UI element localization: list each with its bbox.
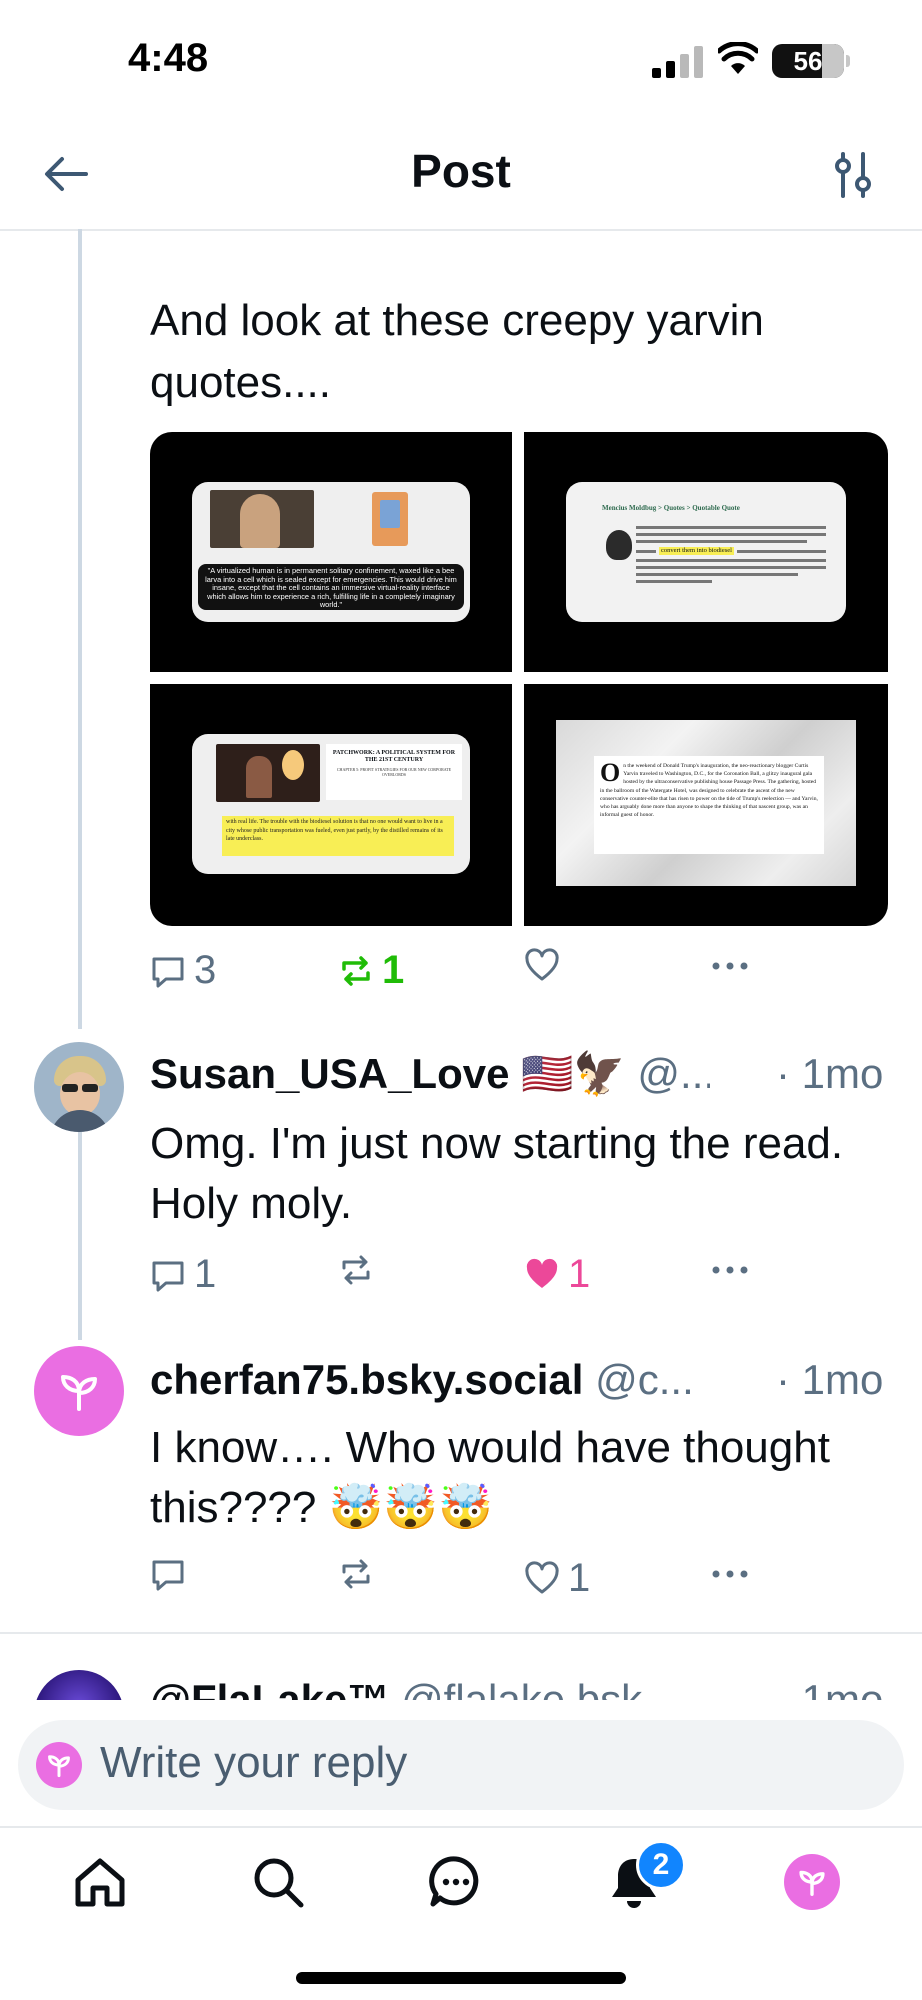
heart-filled-icon [526,1258,558,1288]
chat-icon [429,1856,479,1907]
comment-icon [152,1560,184,1591]
reply-preview-clip: @FlaLake™ @flalake.bsk... · 1mo [0,1634,922,1700]
repost-icon [342,955,370,986]
repost-button[interactable]: 1 [338,948,404,993]
reply-actions: 1 1 [150,1252,890,1302]
home-icon [75,1858,125,1907]
display-name: cherfan75.bsky.social [150,1356,584,1403]
repost-icon [342,1255,370,1285]
more-icon [712,1570,748,1578]
avatar[interactable] [34,1042,124,1132]
reply-count: 3 [194,948,217,992]
repost-count: 1 [382,948,405,992]
avatar[interactable] [34,1670,124,1700]
thread-connector-line [78,1130,82,1340]
tab-home[interactable] [60,1842,140,1922]
tabbar-divider [0,1826,922,1828]
more-options-button[interactable] [710,948,750,984]
post-image-3[interactable]: PATCHWORK: A POLITICAL SYSTEM FOR THE 21… [150,684,512,926]
home-indicator [296,1972,626,1984]
image-3-subheading: CHAPTER 5: PROFIT STRATEGIES FOR OUR NEW… [336,767,452,777]
more-icon [712,962,748,970]
reply-actions: 1 [150,1556,890,1606]
sliders-icon [835,152,871,198]
heart-icon [525,1560,559,1593]
reply-input-placeholder[interactable]: Write your reply [100,1738,407,1788]
header-divider [0,229,922,231]
handle: @flalake.bsk... [401,1676,678,1700]
image-1-caption: "A virtualized human is in permanent sol… [198,564,464,610]
image-3-heading: PATCHWORK: A POLITICAL SYSTEM FOR THE 21… [332,750,456,763]
sprout-icon [799,1870,825,1896]
avatar[interactable] [34,1346,124,1436]
like-button[interactable]: 1 [524,1252,590,1297]
like-button[interactable]: 1 [524,1556,590,1601]
thread-connector-line [78,229,82,1029]
reply-count: 1 [194,1252,217,1296]
composer-avatar [36,1742,82,1788]
post-image-1[interactable]: "A virtualized human is in permanent sol… [150,432,512,672]
post-image-2[interactable]: Mencius Moldbug > Quotes > Quotable Quot… [524,432,888,672]
repost-button[interactable] [338,1252,374,1288]
more-options-button[interactable] [710,1252,750,1288]
more-icon [712,1266,748,1274]
comment-icon [152,957,184,987]
reply-button[interactable] [150,1556,186,1592]
notifications-badge: 2 [636,1840,686,1890]
tab-profile[interactable] [772,1842,852,1922]
like-count: 1 [568,1252,591,1296]
thread-settings-button[interactable] [826,148,880,202]
avatar [784,1854,840,1910]
sprout-icon [61,1375,97,1411]
battery-tip [846,55,850,67]
image-3-highlight: with real life. The trouble with the bio… [222,816,454,856]
like-count: 1 [568,1556,591,1600]
image-2-highlight: convert them into biodiesel [659,547,734,555]
reply-button[interactable]: 3 [150,948,216,993]
post-image-grid: "A virtualized human is in permanent sol… [150,432,888,926]
handle: @c... [595,1356,694,1403]
display-name: @FlaLake™ [150,1676,390,1700]
post-time[interactable]: · 1mo [776,1050,883,1098]
heart-icon [525,948,559,981]
cellular-signal-icon [652,46,703,78]
image-4-text: n the weekend of Donald Trump's inaugura… [600,763,818,819]
more-options-button[interactable] [710,1556,750,1592]
reply-author[interactable]: Susan_USA_Love 🇺🇸🦅 @... [150,1050,710,1099]
sprout-icon [48,1755,70,1778]
comment-icon [152,1261,184,1291]
image-4-dropcap: O [600,758,621,787]
status-time: 4:48 [128,36,209,80]
reply-text: Omg. I'm just now starting the read. Hol… [150,1119,844,1228]
repost-icon [342,1559,370,1589]
post-text: And look at these creepy yarvin quotes..… [150,296,764,407]
tab-search[interactable] [238,1842,318,1922]
image-2-breadcrumb: Mencius Moldbug > Quotes > Quotable Quot… [602,504,740,512]
display-name: Susan_USA_Love 🇺🇸🦅 [150,1050,626,1097]
post-time[interactable]: · 1mo [776,1676,883,1700]
reply-text: I know…. Who would have thought this????… [150,1423,830,1532]
like-button[interactable] [524,948,560,984]
reply-button[interactable]: 1 [150,1252,216,1297]
battery-indicator: 56 [772,44,844,78]
handle: @... [637,1050,710,1097]
repost-button[interactable] [338,1556,374,1592]
battery-level: 56 [793,46,823,76]
reply-author[interactable]: cherfan75.bsky.social @c... [150,1356,762,1404]
page-title: Post [411,145,511,197]
post-image-4[interactable]: O n the weekend of Donald Trump's inaugu… [524,684,888,926]
tab-chat[interactable] [416,1842,496,1922]
wifi-icon [718,42,758,74]
reply-author[interactable]: @FlaLake™ @flalake.bsk... [150,1676,762,1700]
search-icon [254,1858,304,1908]
post-actions: 3 1 [150,948,890,998]
post-time[interactable]: · 1mo [776,1356,883,1404]
